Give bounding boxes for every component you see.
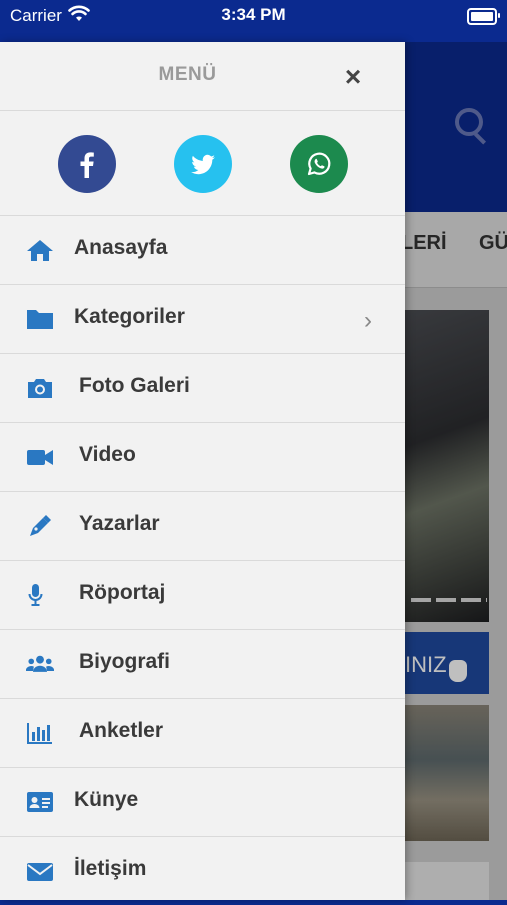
menu-item-label: Video — [79, 443, 136, 466]
twitter-button[interactable] — [174, 135, 232, 193]
menu-list: Anasayfa Kategoriler › Foto Galeri Video… — [0, 216, 405, 905]
menu-item-biyografi[interactable]: Biyografi — [0, 630, 405, 699]
side-menu: MENÜ × Anasayfa Kategoriler › Foto Galer… — [0, 42, 405, 900]
battery-icon — [467, 8, 500, 25]
menu-item-label: Anketler — [79, 719, 164, 742]
pen-icon — [30, 515, 51, 536]
users-icon — [26, 655, 54, 672]
menu-item-label: Röportaj — [79, 581, 166, 604]
close-icon: × — [344, 61, 362, 92]
chevron-right-icon: › — [364, 307, 372, 334]
whatsapp-icon — [307, 152, 331, 176]
menu-item-iletisim[interactable]: İletişim — [0, 837, 405, 905]
menu-item-label: Anasayfa — [74, 236, 168, 259]
id-card-icon — [27, 792, 53, 812]
clock: 3:34 PM — [221, 5, 286, 24]
chart-icon — [27, 723, 52, 744]
whatsapp-button[interactable] — [290, 135, 348, 193]
social-links — [0, 111, 405, 216]
menu-item-yazarlar[interactable]: Yazarlar — [0, 492, 405, 561]
menu-item-label: Künye — [74, 788, 139, 811]
home-icon — [27, 240, 53, 261]
video-icon — [27, 450, 53, 465]
facebook-icon — [80, 152, 94, 178]
menu-item-label: İletişim — [74, 857, 147, 880]
menu-item-foto-galeri[interactable]: Foto Galeri — [0, 354, 405, 423]
menu-item-anasayfa[interactable]: Anasayfa — [0, 216, 405, 285]
menu-item-roportaj[interactable]: Röportaj — [0, 561, 405, 630]
menu-header: MENÜ × — [0, 42, 405, 111]
folder-icon — [27, 310, 53, 329]
facebook-button[interactable] — [58, 135, 116, 193]
status-bar: Carrier 3:34 PM — [0, 0, 507, 42]
menu-item-label: Yazarlar — [79, 512, 160, 535]
menu-item-kategoriler[interactable]: Kategoriler › — [0, 285, 405, 354]
twitter-icon — [191, 154, 215, 175]
overlay-dim[interactable] — [405, 42, 507, 900]
menu-item-anketler[interactable]: Anketler — [0, 699, 405, 768]
menu-item-label: Kategoriler — [74, 305, 185, 328]
close-button[interactable]: × — [338, 62, 368, 92]
menu-item-label: Foto Galeri — [79, 374, 190, 397]
envelope-icon — [27, 863, 53, 881]
menu-item-video[interactable]: Video — [0, 423, 405, 492]
camera-icon — [28, 379, 52, 398]
microphone-icon — [28, 584, 43, 606]
menu-title: MENÜ — [158, 64, 217, 85]
menu-item-kunye[interactable]: Künye — [0, 768, 405, 837]
menu-item-label: Biyografi — [79, 650, 171, 673]
